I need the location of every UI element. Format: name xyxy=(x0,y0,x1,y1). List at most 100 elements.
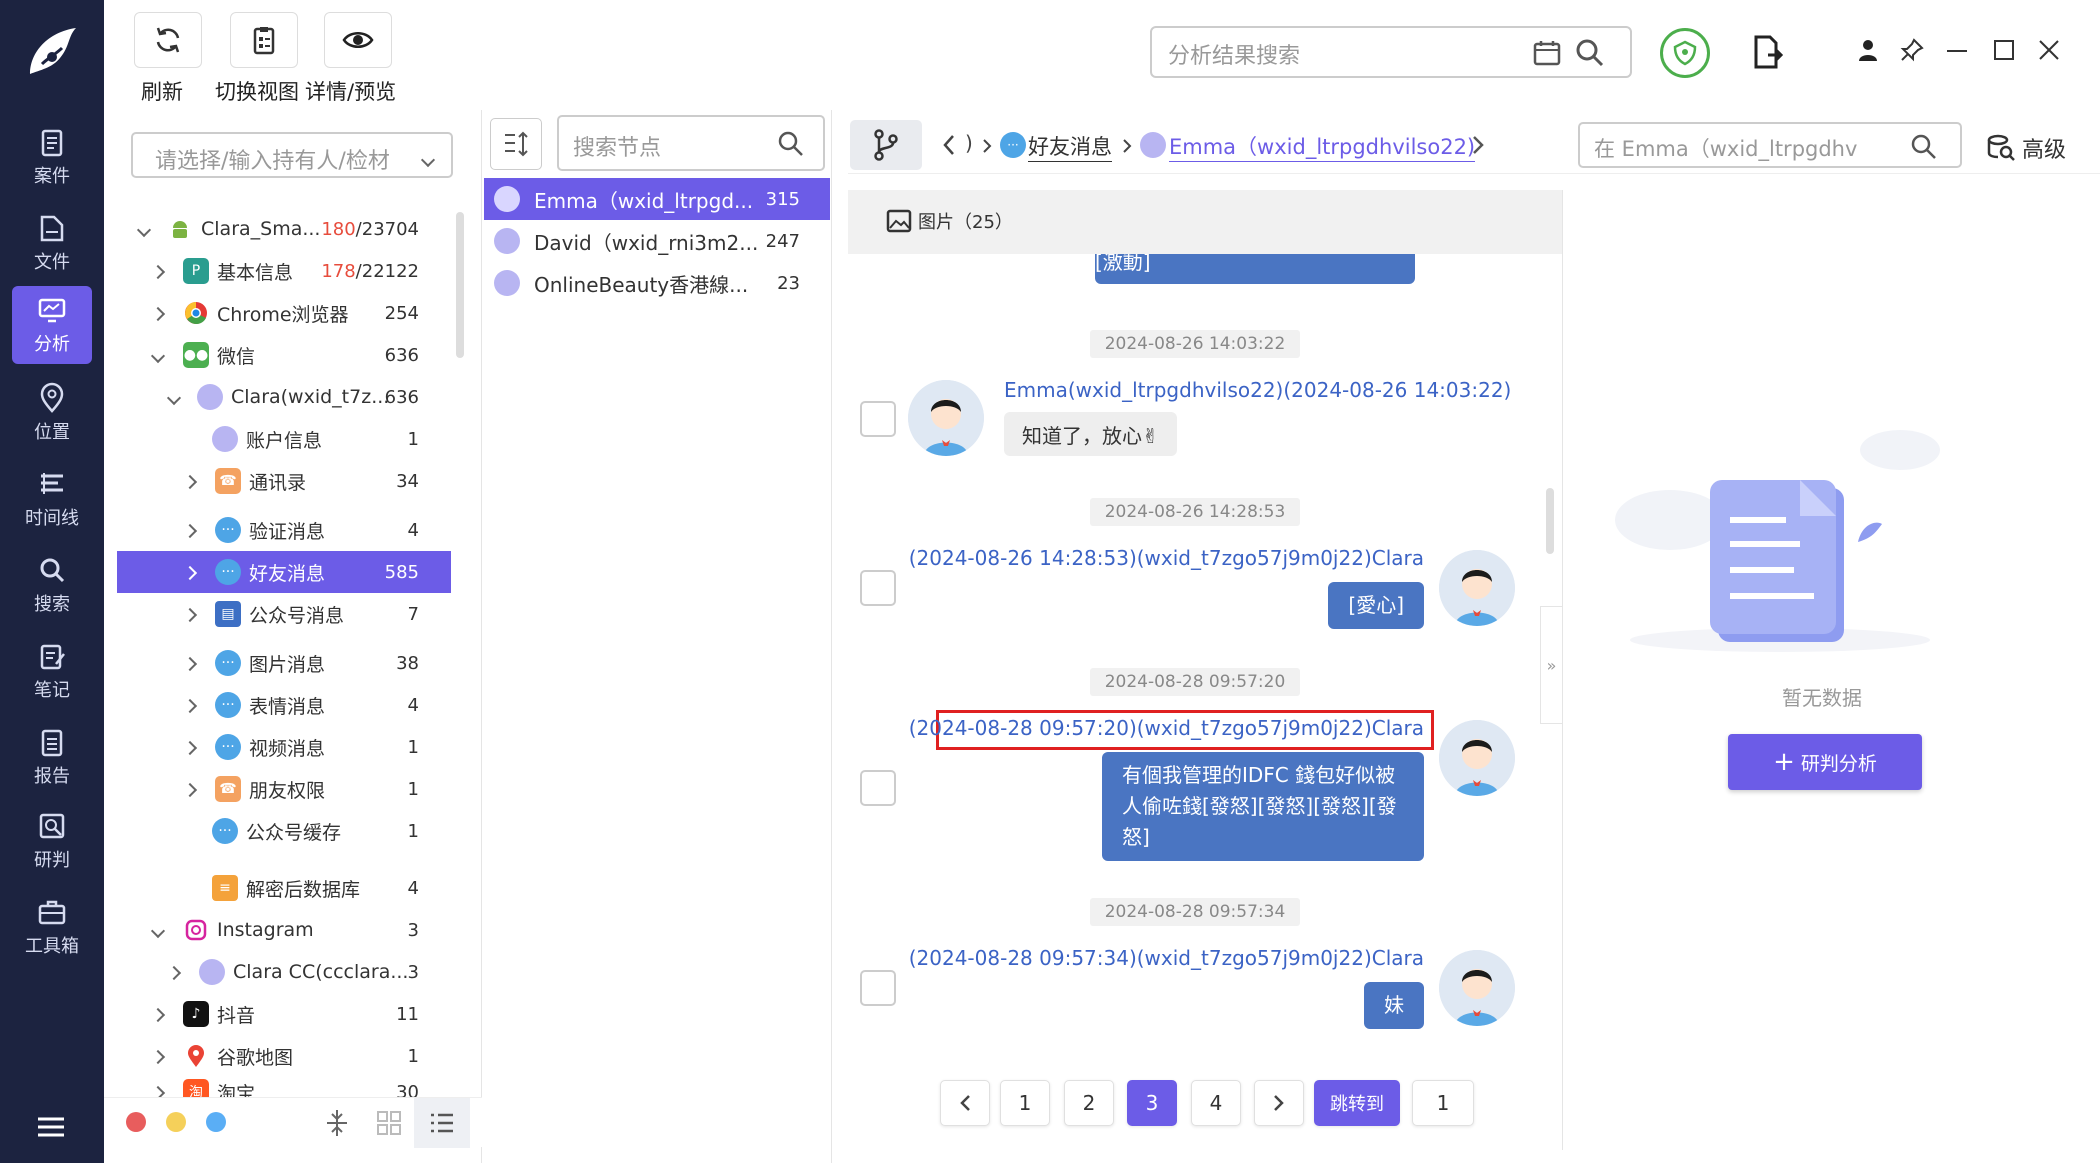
export-file-icon[interactable] xyxy=(1752,34,1784,70)
page-button-1[interactable]: 1 xyxy=(1000,1080,1050,1126)
sort-button[interactable] xyxy=(490,118,542,170)
contact-item-emma[interactable]: Emma（wxid_ltrpgd... 315 xyxy=(484,178,830,220)
calendar-icon[interactable] xyxy=(1532,38,1562,68)
sidebar-item-search[interactable]: 搜索 xyxy=(12,546,92,624)
search-icon[interactable] xyxy=(777,130,805,158)
node-search-input[interactable]: 搜索节点 xyxy=(557,115,825,171)
pin-icon[interactable] xyxy=(1900,38,1924,62)
tree-node-instagram[interactable]: Instagram 3 xyxy=(117,909,451,951)
tree-node-basic-info[interactable]: P 基本信息 178/22122 xyxy=(117,250,451,292)
yellow-dot-icon[interactable] xyxy=(166,1112,186,1132)
message-sender[interactable]: Emma(wxid_ltrpgdhvilso22)(2024-08-26 14:… xyxy=(1004,378,1511,402)
message-sender[interactable]: (2024-08-26 14:28:53)(wxid_t7zgo57j9m0j2… xyxy=(909,546,1424,570)
tree-node-friend-msgs[interactable]: ··· 好友消息 585 xyxy=(117,551,451,593)
next-page-button[interactable] xyxy=(1254,1080,1304,1126)
chevron-right-icon[interactable] xyxy=(182,561,198,583)
tree-node-verify-msgs[interactable]: ··· 验证消息 4 xyxy=(117,509,451,551)
chevron-right-icon[interactable] xyxy=(1472,135,1484,155)
tree-node-device[interactable]: Clara_Sma... 180/23704 xyxy=(117,208,451,250)
search-icon[interactable] xyxy=(1910,133,1938,161)
sidebar-item-analysis[interactable]: 分析 xyxy=(12,286,92,364)
tree-node-emoji-msgs[interactable]: ··· 表情消息 4 xyxy=(117,684,451,726)
analysis-search-input[interactable]: 分析结果搜索 xyxy=(1150,26,1632,78)
sidebar-item-location[interactable]: 位置 xyxy=(12,374,92,452)
sidebar-item-notes[interactable]: 笔记 xyxy=(12,632,92,710)
minimize-icon[interactable] xyxy=(1947,49,1967,53)
chevron-right-icon[interactable] xyxy=(182,694,198,716)
sidebar-item-judge[interactable]: 研判 xyxy=(12,802,92,880)
chevron-right-icon[interactable] xyxy=(150,1045,166,1067)
jump-to-button[interactable]: 跳转到 xyxy=(1314,1080,1400,1126)
images-tab[interactable]: 图片（25） xyxy=(886,208,1013,234)
advanced-search-button[interactable]: 高级 xyxy=(1986,128,2066,168)
tree-node-chrome[interactable]: Chrome浏览器 254 xyxy=(117,292,451,334)
sidebar-item-timeline[interactable]: 时间线 xyxy=(12,460,92,538)
tree-node-official-cache[interactable]: ··· 公众号缓存 1 xyxy=(117,810,451,852)
tree-node-douyin[interactable]: ♪ 抖音 11 xyxy=(117,993,451,1035)
chevron-down-icon[interactable] xyxy=(166,386,182,408)
message-checkbox[interactable] xyxy=(860,770,896,806)
close-icon[interactable] xyxy=(2039,40,2059,60)
message-checkbox[interactable] xyxy=(860,970,896,1006)
owner-select[interactable]: 请选择/输入持有人/检材 xyxy=(131,132,453,178)
chevron-right-icon[interactable] xyxy=(150,260,166,282)
expand-panel-toggle[interactable]: » xyxy=(1540,606,1562,724)
contact-item-david[interactable]: David（wxid_rni3m2... 247 xyxy=(484,220,830,262)
message-sender[interactable]: (2024-08-28 09:57:34)(wxid_t7zgo57j9m0j2… xyxy=(909,946,1424,970)
page-button-4[interactable]: 4 xyxy=(1191,1080,1241,1126)
blue-dot-icon[interactable] xyxy=(206,1112,226,1132)
chevron-down-icon[interactable] xyxy=(136,218,152,240)
chevron-right-icon[interactable] xyxy=(182,470,198,492)
menu-icon[interactable] xyxy=(36,1116,66,1138)
judge-analysis-button[interactable]: + 研判分析 xyxy=(1728,734,1922,790)
search-icon[interactable] xyxy=(1574,37,1606,69)
tree-node-decrypted-db[interactable]: ≡ 解密后数据库 4 xyxy=(117,867,451,909)
page-button-2[interactable]: 2 xyxy=(1064,1080,1114,1126)
jump-page-input[interactable]: 1 xyxy=(1412,1080,1474,1126)
message-checkbox[interactable] xyxy=(860,570,896,606)
chevron-down-icon[interactable] xyxy=(150,344,166,366)
page-button-3[interactable]: 3 xyxy=(1127,1080,1177,1126)
tree-node-image-msgs[interactable]: ··· 图片消息 38 xyxy=(117,642,451,684)
switch-view-button[interactable] xyxy=(230,12,298,68)
sidebar-item-toolbox[interactable]: 工具箱 xyxy=(12,888,92,966)
chevron-right-icon[interactable] xyxy=(182,652,198,674)
refresh-button[interactable] xyxy=(134,12,202,68)
chevron-right-icon[interactable] xyxy=(182,778,198,800)
tree-node-contacts[interactable]: ☎ 通讯录 34 xyxy=(117,460,451,502)
tree-node-instagram-account[interactable]: Clara CC(ccclara... 3 xyxy=(117,951,451,993)
grid-view-icon[interactable] xyxy=(376,1110,402,1136)
prev-page-button[interactable] xyxy=(940,1080,990,1126)
breadcrumb-contact[interactable]: Emma（wxid_ltrpgdhvilso22) xyxy=(1169,131,1476,162)
chevron-right-icon[interactable] xyxy=(150,1081,166,1097)
maximize-icon[interactable] xyxy=(1994,40,2014,60)
message-sender[interactable]: (2024-08-28 09:57:20)(wxid_t7zgo57j9m0j2… xyxy=(909,716,1424,740)
breadcrumb-friend-msgs[interactable]: 好友消息 xyxy=(1028,131,1112,162)
tree-node-wechat[interactable]: ●● 微信 636 xyxy=(117,334,451,376)
chevron-left-icon[interactable] xyxy=(942,134,956,156)
tree-node-wechat-account[interactable]: Clara(wxid_t7z... 636 xyxy=(117,376,451,418)
tree-node-google-maps[interactable]: 谷歌地图 1 xyxy=(117,1035,451,1077)
tree-node-taobao[interactable]: 淘 淘宝 30 xyxy=(117,1077,451,1097)
sidebar-item-cases[interactable]: 案件 xyxy=(12,118,92,196)
chevron-right-icon[interactable] xyxy=(150,302,166,324)
message-checkbox[interactable] xyxy=(860,401,896,437)
branch-button[interactable] xyxy=(850,120,922,170)
detail-preview-button[interactable] xyxy=(324,12,392,68)
tree-node-video-msgs[interactable]: ··· 视频消息 1 xyxy=(117,726,451,768)
chevron-right-icon[interactable] xyxy=(182,736,198,758)
tree-node-official-msgs[interactable]: ▤ 公众号消息 7 xyxy=(117,593,451,635)
red-dot-icon[interactable] xyxy=(126,1112,146,1132)
chevron-down-icon[interactable] xyxy=(150,919,166,941)
tree-node-account-info[interactable]: 账户信息 1 xyxy=(117,418,451,460)
chevron-right-icon[interactable] xyxy=(182,519,198,541)
contact-item-onlinebeauty[interactable]: OnlineBeauty香港線... 23 xyxy=(484,262,830,304)
status-shield-button[interactable] xyxy=(1660,28,1710,78)
chat-search-input[interactable]: 在 Emma（wxid_ltrpgdhv xyxy=(1578,122,1962,168)
list-view-button[interactable] xyxy=(414,1098,470,1148)
tree-node-friend-permissions[interactable]: ☎ 朋友权限 1 xyxy=(117,768,451,810)
chevron-right-icon[interactable] xyxy=(150,1003,166,1025)
chat-scrollbar[interactable] xyxy=(1546,488,1554,554)
sidebar-item-reports[interactable]: 报告 xyxy=(12,718,92,796)
user-icon[interactable] xyxy=(1856,38,1880,62)
